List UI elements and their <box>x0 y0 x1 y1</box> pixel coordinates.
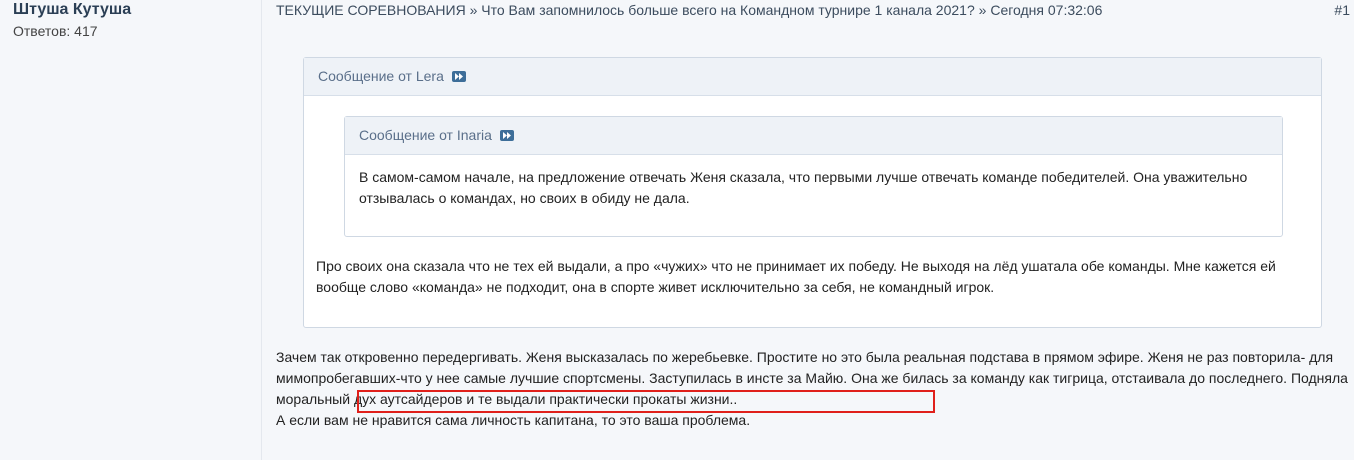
author-replies-count: Ответов: 417 <box>13 23 98 39</box>
forum-link[interactable]: ТЕКУЩИЕ СОРЕВНОВАНИЯ <box>276 2 466 18</box>
quote-lera-text: Про своих она сказала что не тех ей выда… <box>316 258 1276 295</box>
author-sidebar: Штуша Кутуша Ответов: 417 <box>0 0 262 460</box>
breadcrumb-separator: » <box>469 2 478 18</box>
quote-header-inaria-label: Сообщение от Inaria <box>359 127 492 143</box>
quote-header-inaria: Сообщение от Inaria <box>345 117 1282 155</box>
breadcrumb-separator-2: » <box>978 2 987 18</box>
post-date: Сегодня 07:32:06 <box>990 2 1103 18</box>
topic-link[interactable]: Что Вам запомнилось больше всего на Кома… <box>481 2 974 18</box>
quote-header-lera: Сообщение от Lera <box>304 58 1321 96</box>
quote-inaria-text: В самом-самом начале, на предложение отв… <box>359 169 1248 206</box>
post-header: ТЕКУЩИЕ СОРЕВНОВАНИЯ » Что Вам запомнило… <box>276 2 1102 18</box>
post-message: Зачем так откровенно передергивать. Женя… <box>276 347 1351 431</box>
goto-post-icon[interactable] <box>451 70 466 82</box>
post-message-text: Зачем так откровенно передергивать. Женя… <box>276 349 1334 386</box>
red-highlight-box <box>357 390 935 413</box>
post-message-closing: А если вам не нравится сама личность кап… <box>276 412 751 428</box>
quote-inaria: Сообщение от Inaria В самом-самом начале… <box>344 116 1283 237</box>
author-name-link[interactable]: Штуша Кутуша <box>13 1 131 19</box>
goto-post-icon[interactable] <box>499 129 514 141</box>
post-number-link[interactable]: #1 <box>1334 2 1350 18</box>
quote-header-lera-label: Сообщение от Lera <box>318 68 444 84</box>
quote-lera: Сообщение от Lera Сообщение от Inaria В … <box>303 57 1322 328</box>
